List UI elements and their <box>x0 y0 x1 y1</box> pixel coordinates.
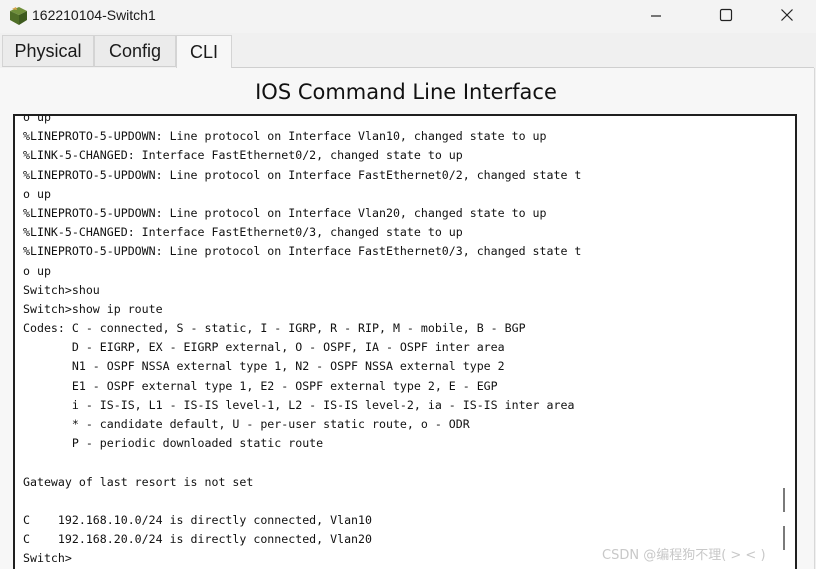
terminal-line: Switch>shou <box>23 282 100 297</box>
terminal-line: %LINK-5-CHANGED: Interface FastEthernet0… <box>23 225 463 240</box>
scrollbar-thumb[interactable] <box>783 488 785 512</box>
tab-bar: Physical Config CLI <box>0 35 816 68</box>
terminal-line: P - periodic downloaded static route <box>23 436 324 451</box>
terminal-output: o up %LINEPROTO-5-UPDOWN: Line protocol o… <box>23 114 582 569</box>
terminal-line: D - EIGRP, EX - EIGRP external, O - OSPF… <box>23 340 505 355</box>
terminal-line: %LINEPROTO-5-UPDOWN: Line protocol on In… <box>23 129 547 144</box>
tab-cli[interactable]: CLI <box>176 35 232 68</box>
cli-terminal[interactable]: o up %LINEPROTO-5-UPDOWN: Line protocol o… <box>13 114 797 569</box>
terminal-line: Codes: C - connected, S - static, I - IG… <box>23 321 526 336</box>
terminal-scrollbar[interactable] <box>777 116 795 569</box>
terminal-line: %LINK-5-CHANGED: Interface FastEthernet0… <box>23 148 463 163</box>
terminal-line: %LINEPROTO-5-UPDOWN: Line protocol on In… <box>23 244 582 259</box>
terminal-line: * - candidate default, U - per-user stat… <box>23 417 470 431</box>
terminal-line: N1 - OSPF NSSA external type 1, N2 - OSP… <box>23 359 505 374</box>
tab-config[interactable]: Config <box>94 35 176 67</box>
terminal-line: E1 - OSPF external type 1, E2 - OSPF ext… <box>23 378 498 393</box>
minimize-icon <box>650 7 662 26</box>
title-bar[interactable]: 162210104-Switch1 <box>0 0 816 33</box>
close-icon <box>780 7 794 26</box>
terminal-line: Switch> <box>23 551 72 566</box>
terminal-line: o up <box>23 186 51 201</box>
maximize-button[interactable] <box>703 0 749 33</box>
panel-heading: IOS Command Line Interface <box>255 80 557 104</box>
maximize-icon <box>719 7 733 26</box>
minimize-button[interactable] <box>633 0 679 33</box>
terminal-line: o up <box>23 114 51 124</box>
window-title: 162210104-Switch1 <box>32 7 156 23</box>
watermark: CSDN @编程狗不理( > < ) <box>602 548 766 563</box>
terminal-line: %LINEPROTO-5-UPDOWN: Line protocol on In… <box>23 167 582 182</box>
scrollbar-thumb-lower[interactable] <box>783 526 785 550</box>
close-button[interactable] <box>764 0 810 33</box>
terminal-line: o up <box>23 263 51 278</box>
terminal-line: i - IS-IS, L1 - IS-IS level-1, L2 - IS-I… <box>23 397 575 412</box>
terminal-line: C 192.168.10.0/24 is directly connected,… <box>23 512 373 527</box>
tab-physical[interactable]: Physical <box>2 35 94 67</box>
terminal-line: C 192.168.20.0/24 is directly connected,… <box>23 532 373 547</box>
terminal-line: Switch>show ip route <box>23 301 163 316</box>
terminal-line: %LINEPROTO-5-UPDOWN: Line protocol on In… <box>23 205 547 220</box>
packet-tracer-switch-icon <box>7 5 29 27</box>
terminal-line: Gateway of last resort is not set <box>23 474 254 489</box>
